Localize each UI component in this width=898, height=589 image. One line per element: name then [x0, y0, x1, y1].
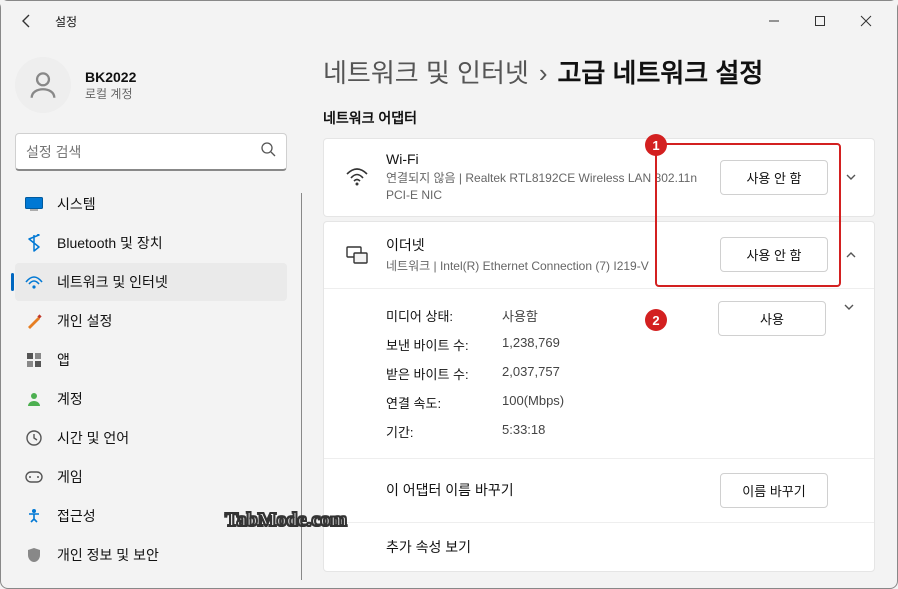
ethernet-detail-expand-button[interactable]	[842, 301, 856, 313]
rename-button[interactable]: 이름 바꾸기	[720, 473, 828, 508]
sidebar-item-label: 접근성	[57, 506, 96, 526]
search-input[interactable]	[26, 144, 260, 160]
rename-label: 이 어댑터 이름 바꾸기	[386, 480, 720, 500]
main-panel: 네트워크 및 인터넷 › 고급 네트워크 설정 네트워크 어댑터 1 2 Wi-…	[301, 41, 897, 588]
recv-bytes-value: 2,037,757	[502, 364, 560, 383]
user-block[interactable]: BK2022 로컬 계정	[11, 49, 291, 127]
ethernet-disable-button[interactable]: 사용 안 함	[720, 237, 828, 272]
gaming-icon	[25, 468, 43, 486]
recv-bytes-label: 받은 바이트 수:	[386, 364, 502, 383]
sidebar: BK2022 로컬 계정 시스템 Bluetooth 및 장치 네트워크 및 인…	[1, 41, 301, 588]
ethernet-title: 이더넷	[386, 235, 720, 255]
ethernet-icon	[342, 246, 372, 264]
speed-label: 연결 속도:	[386, 393, 502, 412]
back-button[interactable]	[9, 3, 45, 39]
shield-icon	[25, 546, 43, 564]
search-box[interactable]	[15, 133, 287, 171]
avatar	[15, 57, 71, 113]
breadcrumb: 네트워크 및 인터넷 › 고급 네트워크 설정	[323, 53, 875, 90]
ethernet-collapse-button[interactable]	[844, 249, 858, 261]
bluetooth-icon	[25, 234, 43, 252]
wifi-title: Wi-Fi	[386, 151, 720, 167]
sidebar-item-personalization[interactable]: 개인 설정	[15, 302, 287, 340]
ethernet-details: 미디어 상태: 사용함 보낸 바이트 수: 1,238,769 받은 바이트 수…	[324, 288, 874, 458]
rename-row: 이 어댑터 이름 바꾸기 이름 바꾸기	[324, 458, 874, 522]
sidebar-item-label: 계정	[57, 389, 83, 409]
sidebar-item-apps[interactable]: 앱	[15, 341, 287, 379]
user-name: BK2022	[85, 69, 136, 85]
ethernet-use-button[interactable]: 사용	[718, 301, 826, 336]
search-icon	[260, 141, 276, 162]
speed-value: 100(Mbps)	[502, 393, 564, 412]
more-properties-label: 추가 속성 보기	[386, 537, 471, 557]
media-state-value: 사용함	[502, 306, 538, 325]
maximize-button[interactable]	[797, 5, 843, 37]
sidebar-item-time[interactable]: 시간 및 언어	[15, 419, 287, 457]
user-account-type: 로컬 계정	[85, 85, 136, 102]
sidebar-item-accounts[interactable]: 계정	[15, 380, 287, 418]
sidebar-item-label: 네트워크 및 인터넷	[57, 272, 168, 292]
duration-label: 기간:	[386, 422, 502, 441]
annotation-bubble-2: 2	[645, 309, 667, 331]
ethernet-sub: 네트워크 | Intel(R) Ethernet Connection (7) …	[386, 258, 720, 275]
wifi-expand-button[interactable]	[844, 171, 858, 183]
duration-value: 5:33:18	[502, 422, 545, 441]
annotation-bubble-1: 1	[645, 134, 667, 156]
sidebar-item-network[interactable]: 네트워크 및 인터넷	[15, 263, 287, 301]
accessibility-icon	[25, 507, 43, 525]
sidebar-item-label: 개인 정보 및 보안	[57, 545, 159, 565]
sent-bytes-label: 보낸 바이트 수:	[386, 335, 502, 354]
minimize-button[interactable]	[751, 5, 797, 37]
wifi-sub: 연결되지 않음 | Realtek RTL8192CE Wireless LAN…	[386, 170, 720, 204]
sidebar-item-label: 개인 설정	[57, 311, 112, 331]
sidebar-item-label: Bluetooth 및 장치	[57, 233, 163, 253]
network-icon	[25, 273, 43, 291]
sidebar-item-gaming[interactable]: 게임	[15, 458, 287, 496]
page-title: 고급 네트워크 설정	[557, 53, 763, 90]
section-title: 네트워크 어댑터	[323, 108, 875, 128]
adapter-card-ethernet: 이더넷 네트워크 | Intel(R) Ethernet Connection …	[323, 221, 875, 572]
apps-icon	[25, 351, 43, 369]
wifi-icon	[342, 168, 372, 186]
watermark: TabMode.com	[225, 509, 347, 532]
close-button[interactable]	[843, 5, 889, 37]
sidebar-item-system[interactable]: 시스템	[15, 185, 287, 223]
breadcrumb-sep: ›	[539, 58, 548, 89]
sidebar-item-label: 앱	[57, 350, 70, 370]
wifi-disable-button[interactable]: 사용 안 함	[720, 160, 828, 195]
sent-bytes-value: 1,238,769	[502, 335, 560, 354]
sidebar-item-privacy[interactable]: 개인 정보 및 보안	[15, 536, 287, 574]
breadcrumb-parent[interactable]: 네트워크 및 인터넷	[323, 53, 529, 90]
accounts-icon	[25, 390, 43, 408]
personalization-icon	[25, 312, 43, 330]
sidebar-item-label: 시스템	[57, 194, 96, 214]
more-properties-row[interactable]: 추가 속성 보기	[324, 522, 874, 571]
time-icon	[25, 429, 43, 447]
system-icon	[25, 195, 43, 213]
adapter-card-wifi: Wi-Fi 연결되지 않음 | Realtek RTL8192CE Wirele…	[323, 138, 875, 217]
window-title: 설정	[55, 13, 77, 30]
sidebar-item-label: 게임	[57, 467, 83, 487]
media-state-label: 미디어 상태:	[386, 306, 502, 325]
sidebar-item-bluetooth[interactable]: Bluetooth 및 장치	[15, 224, 287, 262]
sidebar-item-label: 시간 및 언어	[57, 428, 129, 448]
